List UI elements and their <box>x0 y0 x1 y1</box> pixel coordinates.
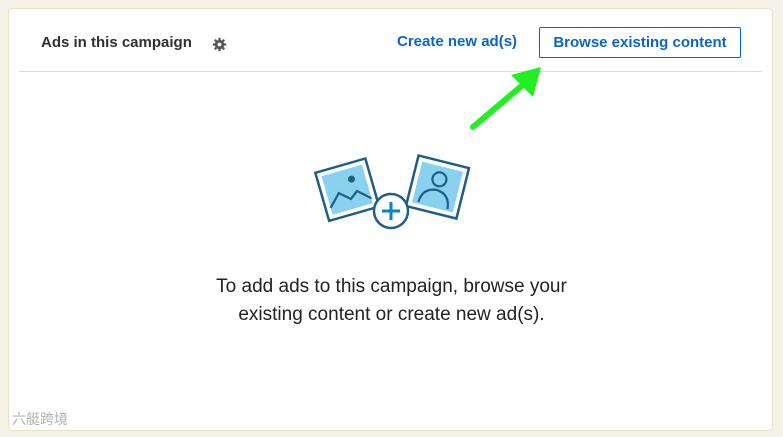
create-new-ads-link[interactable]: Create new ad(s) <box>397 33 517 50</box>
browse-existing-content-button[interactable]: Browse existing content <box>539 27 741 58</box>
campaign-ads-panel: Ads in this campaign Create new ad(s) Br… <box>8 8 773 431</box>
panel-header: Ads in this campaign Create new ad(s) Br… <box>19 9 762 72</box>
image-plus-profile-icon <box>313 154 471 230</box>
watermark: 六艇跨境 <box>12 412 68 428</box>
panel-title: Ads in this campaign <box>41 34 192 51</box>
annotation-arrow-icon <box>470 67 541 130</box>
empty-state-message: To add ads to this campaign, browse your… <box>216 276 567 325</box>
gear-icon[interactable] <box>212 37 227 52</box>
